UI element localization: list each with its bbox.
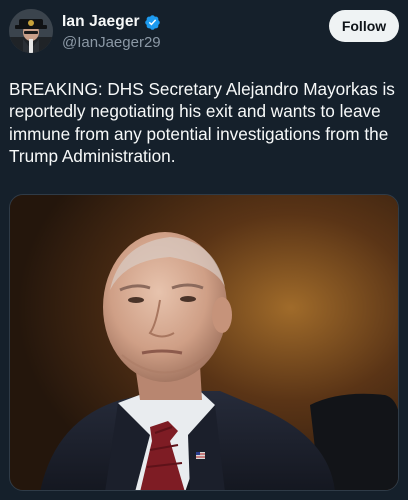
author-handle[interactable]: @IanJaeger29 — [62, 34, 161, 51]
tweet-card: Ian Jaeger @IanJaeger29 Follow BREAKING:… — [0, 0, 408, 500]
tweet-header: Ian Jaeger @IanJaeger29 Follow — [9, 9, 399, 55]
author-display-name[interactable]: Ian Jaeger — [62, 13, 140, 31]
tweet-text: BREAKING: DHS Secretary Alejandro Mayork… — [9, 79, 395, 166]
photo-image — [10, 195, 398, 490]
follow-button[interactable]: Follow — [329, 10, 399, 42]
name-row: Ian Jaeger — [62, 12, 161, 32]
verified-badge-icon — [144, 14, 161, 31]
avatar-image — [9, 9, 53, 53]
tweet-media-photo[interactable] — [9, 194, 399, 491]
avatar[interactable] — [9, 9, 53, 53]
